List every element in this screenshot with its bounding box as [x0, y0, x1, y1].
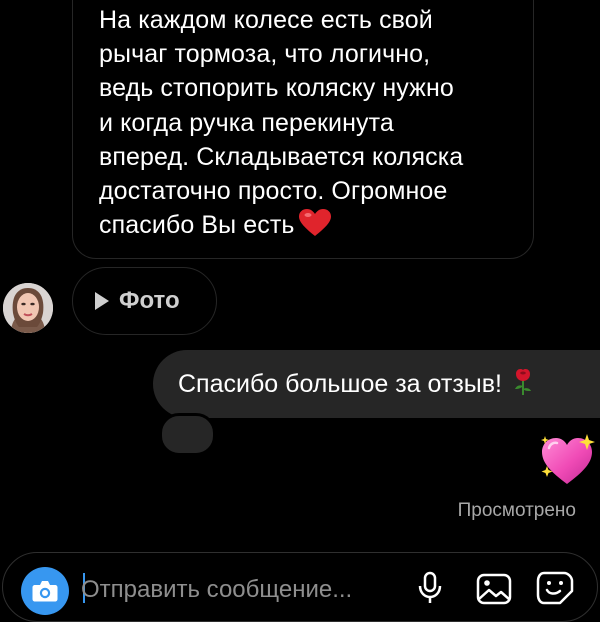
gallery-button[interactable]: [476, 573, 512, 610]
incoming-message-bubble[interactable]: На каждом колесе есть свой рычаг тормоза…: [72, 0, 534, 259]
image-icon: [476, 573, 512, 605]
rose-icon: [512, 368, 534, 401]
message-composer: [2, 552, 598, 622]
sticker-button[interactable]: [536, 571, 574, 610]
play-icon: [95, 292, 109, 310]
camera-button[interactable]: [21, 567, 69, 615]
contact-avatar[interactable]: [3, 283, 53, 333]
incoming-message-text: На каждом колесе есть свой рычаг тормоза…: [99, 3, 509, 246]
reaction-bubble[interactable]: [159, 413, 216, 456]
seen-status: Просмотрено: [457, 500, 576, 521]
photo-attachment-button[interactable]: Фото: [72, 267, 217, 335]
photo-label: Фото: [119, 287, 180, 314]
microphone-button[interactable]: [417, 571, 443, 610]
outgoing-message-bubble[interactable]: Спасибо большое за отзыв!: [153, 350, 600, 418]
red-heart-icon: [298, 209, 331, 246]
message-input[interactable]: [81, 567, 391, 613]
camera-icon: [32, 581, 58, 602]
sparkling-heart-icon[interactable]: [537, 432, 597, 493]
outgoing-message-text: Спасибо большое за отзыв!: [178, 369, 502, 398]
